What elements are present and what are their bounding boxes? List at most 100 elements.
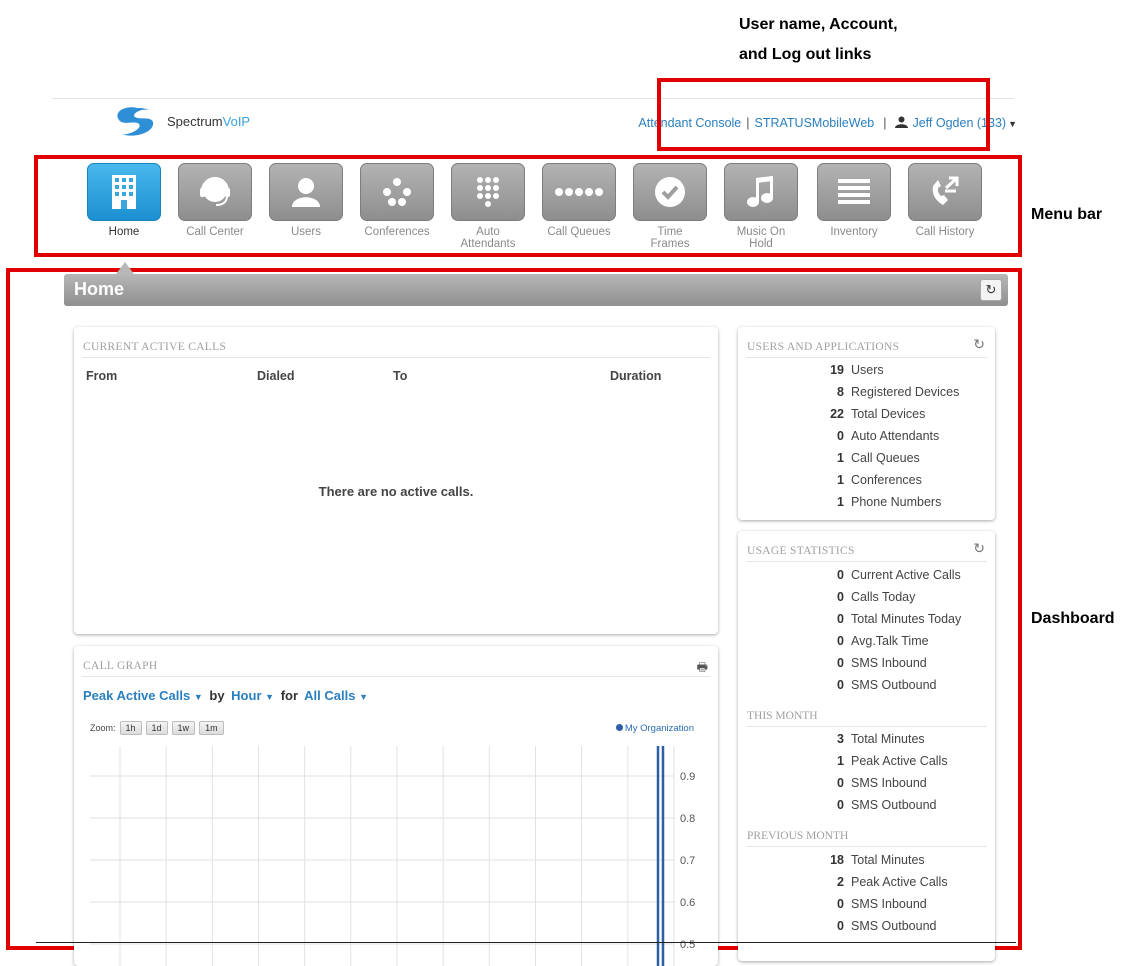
logo-text-main: Spectrum [167, 114, 223, 129]
stat-row: 22 Total Devices [738, 407, 998, 428]
stat-row: 1 Call Queues [738, 451, 998, 472]
print-icon[interactable]: 🖶 [697, 658, 708, 679]
chart-legend[interactable]: My Organization [615, 723, 694, 734]
menu-item-inventory[interactable]: Inventory [816, 163, 892, 238]
zoom-1m-button[interactable]: 1m [199, 721, 224, 735]
stat-row: 0 SMS Outbound [738, 678, 998, 699]
stat-label: Avg.Talk Time [851, 634, 929, 648]
stat-value: 0 [837, 568, 844, 582]
y-tick-label: 0.8 [680, 813, 695, 825]
menu-item-music-on-hold[interactable]: Music On Hold [723, 163, 799, 250]
legend-label: My Organization [624, 723, 694, 734]
stat-value: 0 [837, 429, 844, 443]
stat-row: 0 Total Minutes Today [738, 612, 998, 633]
stat-row: 19 Users [738, 363, 998, 384]
stat-row: 0 Avg.Talk Time [738, 634, 998, 655]
menu-item-home[interactable]: Home [86, 163, 162, 238]
annotation-menu-bar: Menu bar [1031, 206, 1103, 223]
user-icon [292, 178, 320, 207]
stat-row: 0 Current Active Calls [738, 568, 998, 589]
zoom-label: Zoom: [90, 723, 116, 733]
annotation-box-user-links [657, 78, 990, 151]
stat-value: 22 [830, 407, 844, 421]
interval-dropdown[interactable]: Hour ▼ [231, 688, 274, 703]
zoom-1d-button[interactable]: 1d [145, 721, 168, 735]
menu-item-conferences[interactable]: Conferences [359, 163, 435, 238]
menu-item-time-frames[interactable]: Time Frames [632, 163, 708, 250]
metric-dropdown-label: Peak Active Calls [83, 688, 191, 703]
page-title-bar: Home ↻ [64, 274, 1008, 306]
stat-value: 1 [837, 473, 844, 487]
refresh-icon: ↻ [985, 282, 997, 297]
previous-month-heading: PREVIOUS MONTH [747, 830, 849, 842]
caret-down-icon: ▼ [265, 692, 275, 702]
column-header-from: From [86, 369, 118, 383]
y-tick-label: 0.6 [680, 897, 695, 909]
menu-item-call-center[interactable]: Call Center [177, 163, 253, 238]
keypad-icon [477, 177, 499, 207]
menu-item-users[interactable]: Users [268, 163, 344, 238]
stat-label: Phone Numbers [851, 495, 942, 509]
by-label: by [209, 688, 225, 703]
current-active-calls-panel: CURRENT ACTIVE CALLS From Dialed To Dura… [74, 327, 718, 634]
menu-item-call-queues[interactable]: Call Queues [541, 163, 617, 238]
spectrum-logo-icon [117, 107, 154, 136]
clock-check-icon [655, 177, 685, 207]
menu-tile [908, 163, 982, 221]
stat-row: 8 Registered Devices [738, 385, 998, 406]
stat-row: 18 Total Minutes [738, 853, 998, 874]
panel-divider [746, 561, 987, 562]
stat-value: 3 [837, 732, 844, 746]
refresh-icon[interactable]: ↻ [973, 336, 985, 353]
conference-icon [383, 178, 411, 206]
menu-tile [360, 163, 434, 221]
menu-tile [269, 163, 343, 221]
stat-row: 1 Conferences [738, 473, 998, 494]
stat-label: Current Active Calls [851, 568, 961, 582]
refresh-icon[interactable]: ↻ [973, 540, 985, 557]
stat-value: 0 [837, 798, 844, 812]
menu-tile [87, 163, 161, 221]
panel-divider [746, 846, 987, 847]
annotation-user-links-line1: User name, Account, [739, 16, 898, 33]
active-menu-pointer [116, 262, 134, 274]
menu-label: Call History [915, 226, 975, 238]
zoom-1h-button[interactable]: 1h [119, 721, 142, 735]
logo[interactable]: SpectrumVoIP [113, 106, 283, 136]
graph-controls: Peak Active Calls ▼ by Hour ▼ for All Ca… [83, 688, 368, 703]
annotation-user-links-line2: and Log out links [739, 46, 872, 63]
series-line-my-organization [656, 746, 665, 966]
dots-icon [555, 188, 603, 196]
stat-value: 18 [830, 853, 844, 867]
menu-item-call-history[interactable]: Call History [907, 163, 983, 238]
metric-dropdown[interactable]: Peak Active Calls ▼ [83, 688, 203, 703]
menu-label: Music On Hold [736, 226, 786, 250]
this-month-heading: THIS MONTH [747, 710, 818, 722]
menu-tile [178, 163, 252, 221]
zoom-1w-button[interactable]: 1w [171, 721, 196, 735]
menu-tile [817, 163, 891, 221]
stat-label: Peak Active Calls [851, 754, 948, 768]
panel-title: CALL GRAPH [83, 660, 158, 672]
stat-value: 0 [837, 656, 844, 670]
menu-label: Home [108, 226, 140, 238]
panel-title: USERS AND APPLICATIONS [747, 341, 900, 353]
filter-dropdown[interactable]: All Calls ▼ [304, 688, 368, 703]
refresh-button[interactable]: ↻ [980, 279, 1002, 301]
menu-item-auto-attendants[interactable]: Auto Attendants [450, 163, 526, 250]
stat-label: Total Minutes Today [851, 612, 962, 626]
panel-title: USAGE STATISTICS [747, 545, 855, 557]
annotation-dashboard: Dashboard [1031, 610, 1115, 627]
music-note-icon [747, 176, 773, 207]
stat-row: 0 SMS Inbound [738, 776, 998, 797]
menu-label: Call Queues [547, 226, 611, 238]
stat-label: Users [851, 363, 884, 377]
stat-value: 8 [837, 385, 844, 399]
stat-label: SMS Inbound [851, 776, 927, 790]
filter-dropdown-label: All Calls [304, 688, 356, 703]
stat-value: 0 [837, 678, 844, 692]
stat-label: SMS Inbound [851, 656, 927, 670]
stat-row: 0 SMS Inbound [738, 656, 998, 677]
menu-label: Inventory [830, 226, 878, 238]
stat-value: 0 [837, 634, 844, 648]
